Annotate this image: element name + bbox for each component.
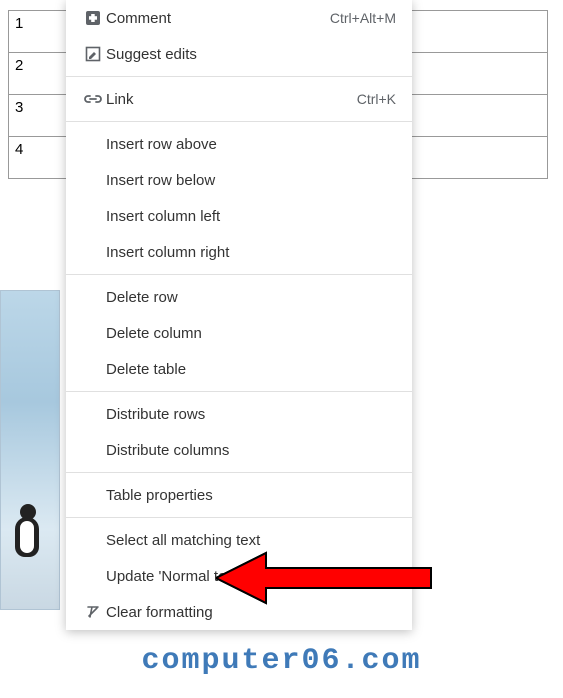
menu-separator <box>66 517 412 518</box>
menu-item-insert-row-below[interactable]: Insert row below <box>66 162 412 198</box>
menu-item-comment[interactable]: Comment Ctrl+Alt+M <box>66 0 412 36</box>
menu-label: Insert row below <box>106 172 396 189</box>
menu-item-delete-row[interactable]: Delete row <box>66 279 412 315</box>
menu-shortcut: Ctrl+Alt+M <box>330 10 396 26</box>
menu-separator <box>66 472 412 473</box>
menu-item-delete-column[interactable]: Delete column <box>66 315 412 351</box>
menu-item-insert-row-above[interactable]: Insert row above <box>66 126 412 162</box>
clear-formatting-icon <box>80 604 106 620</box>
menu-item-delete-table[interactable]: Delete table <box>66 351 412 387</box>
menu-item-table-properties[interactable]: Table properties <box>66 477 412 513</box>
menu-label: Delete table <box>106 361 396 378</box>
menu-label: Insert column left <box>106 208 396 225</box>
menu-label: Clear formatting <box>106 604 396 621</box>
menu-label: Delete row <box>106 289 396 306</box>
menu-label: Select all matching text <box>106 532 396 549</box>
menu-label: Suggest edits <box>106 46 396 63</box>
table-cell[interactable]: 2 <box>9 53 67 95</box>
link-icon <box>80 91 106 107</box>
menu-separator <box>66 76 412 77</box>
comment-icon <box>80 10 106 26</box>
menu-item-link[interactable]: Link Ctrl+K <box>66 81 412 117</box>
menu-separator <box>66 274 412 275</box>
menu-label: Distribute columns <box>106 442 396 459</box>
table-cell[interactable]: 4 <box>9 137 67 179</box>
table-cell[interactable]: 3 <box>9 95 67 137</box>
menu-label: Delete column <box>106 325 396 342</box>
menu-item-select-matching-text[interactable]: Select all matching text <box>66 522 412 558</box>
menu-separator <box>66 121 412 122</box>
menu-label: Table properties <box>106 487 396 504</box>
menu-item-insert-column-right[interactable]: Insert column right <box>66 234 412 270</box>
suggest-edits-icon <box>80 46 106 62</box>
menu-item-update-normal-text[interactable]: Update 'Normal text' to match <box>66 558 412 594</box>
background-image-penguin <box>0 290 60 610</box>
menu-item-clear-formatting[interactable]: Clear formatting <box>66 594 412 630</box>
menu-item-suggest-edits[interactable]: Suggest edits <box>66 36 412 72</box>
menu-label: Link <box>106 91 357 108</box>
menu-label: Comment <box>106 10 330 27</box>
context-menu: Comment Ctrl+Alt+M Suggest edits Link Ct… <box>66 0 412 630</box>
menu-label: Insert row above <box>106 136 396 153</box>
menu-item-distribute-columns[interactable]: Distribute columns <box>66 432 412 468</box>
menu-label: Insert column right <box>106 244 396 261</box>
penguin-shape <box>11 499 43 569</box>
table-cell[interactable]: 1 <box>9 11 67 53</box>
menu-label: Distribute rows <box>106 406 396 423</box>
menu-item-insert-column-left[interactable]: Insert column left <box>66 198 412 234</box>
menu-separator <box>66 391 412 392</box>
menu-item-distribute-rows[interactable]: Distribute rows <box>66 396 412 432</box>
menu-shortcut: Ctrl+K <box>357 91 396 107</box>
watermark-text: computer06.com <box>0 644 563 678</box>
menu-label: Update 'Normal text' to match <box>106 568 396 585</box>
